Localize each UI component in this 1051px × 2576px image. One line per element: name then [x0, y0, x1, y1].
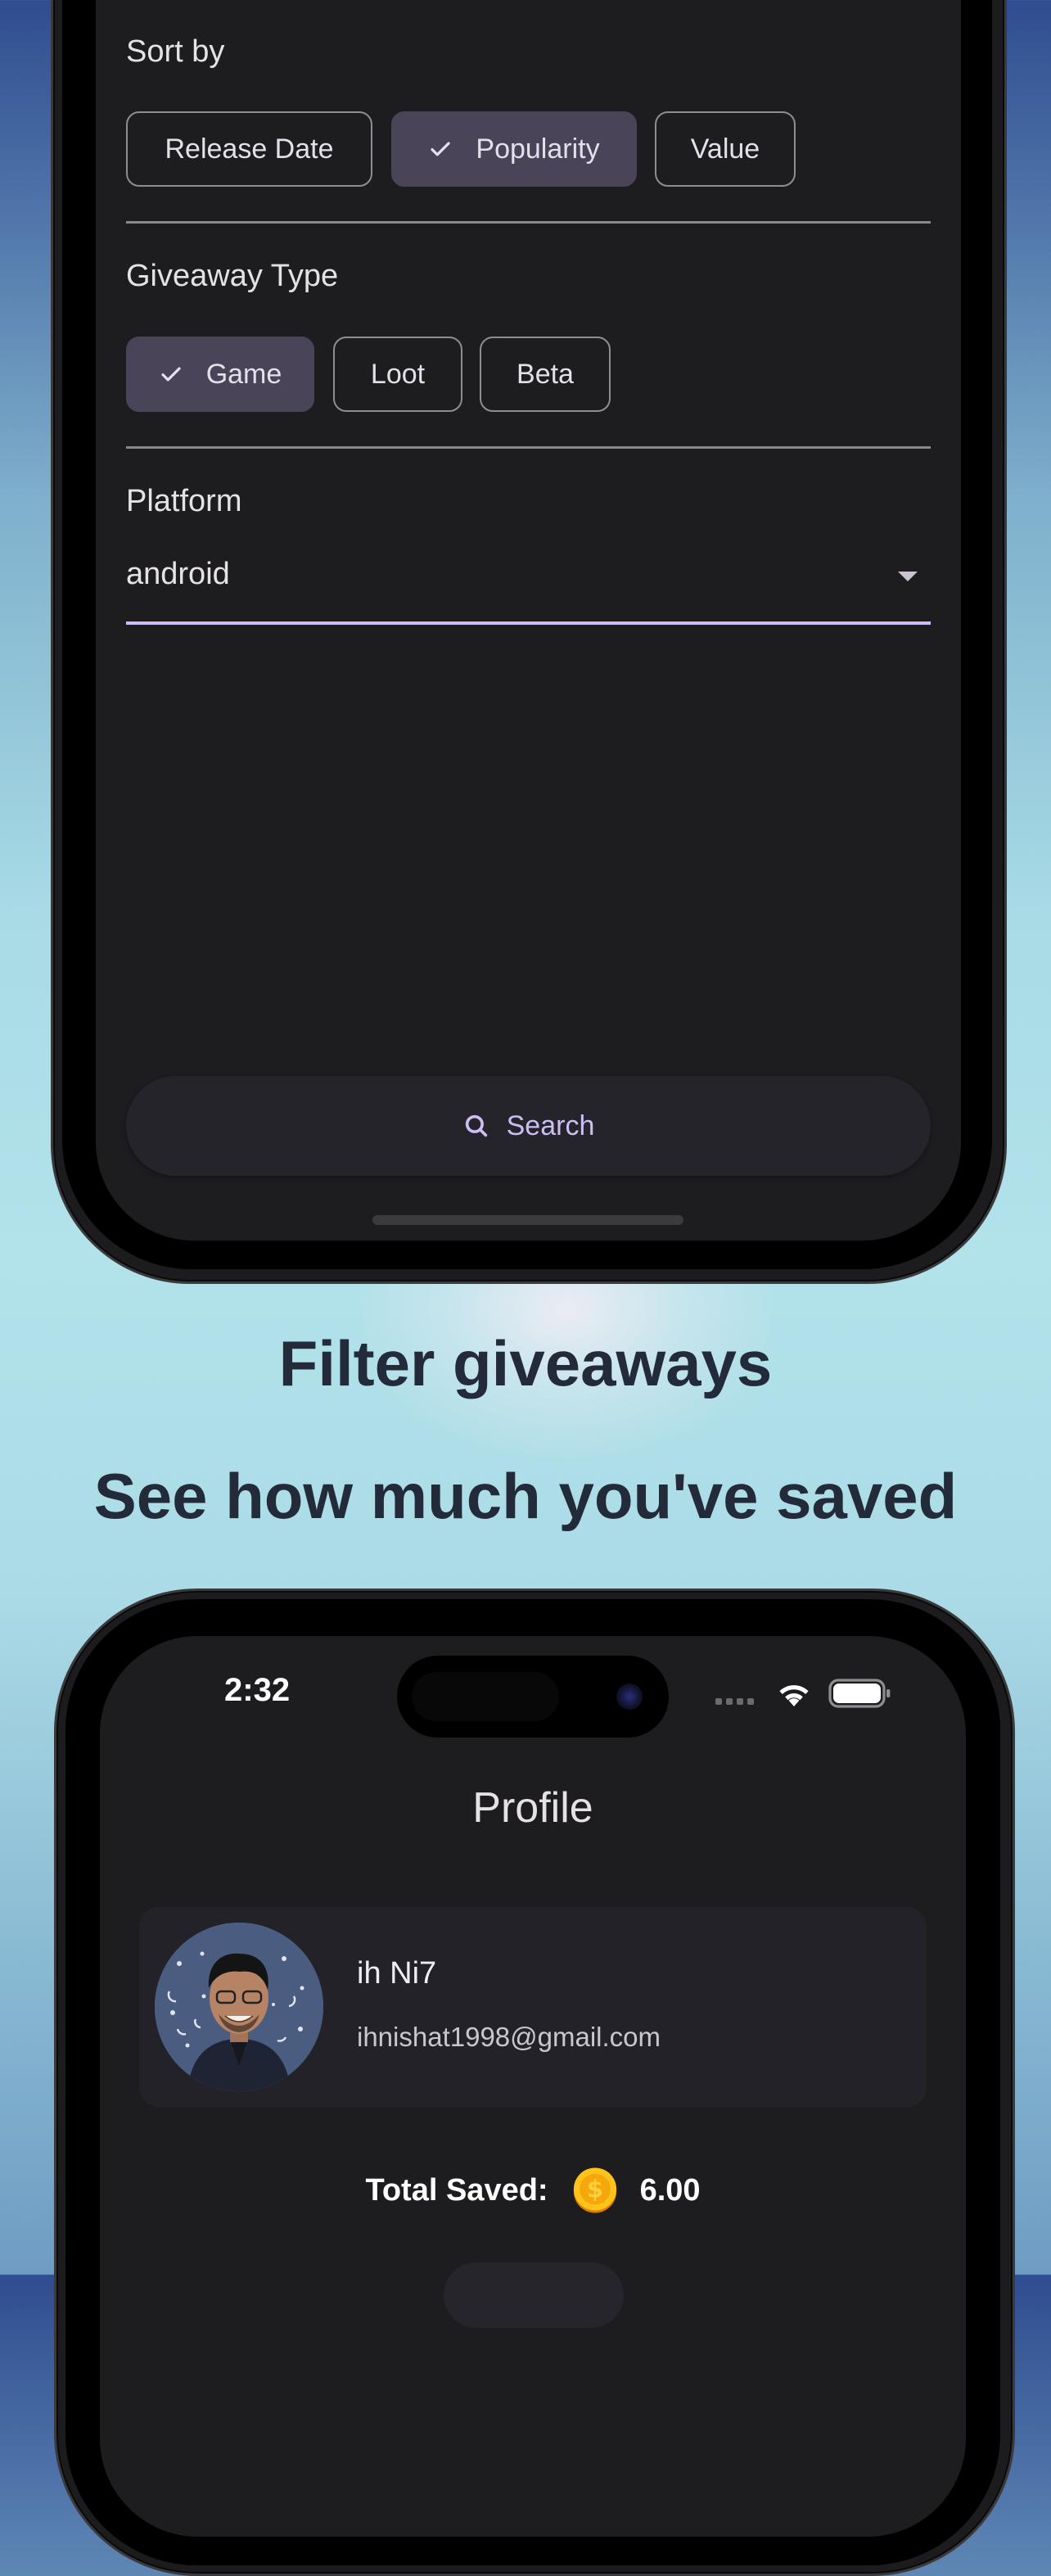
chip-popularity[interactable]: Popularity [391, 111, 637, 187]
platform-underline [126, 621, 931, 625]
chip-label: Release Date [165, 133, 334, 165]
search-icon [465, 1114, 487, 1137]
total-saved-row: Total Saved: $ 6.00 [100, 2167, 966, 2214]
sort-by-label: Sort by [126, 34, 225, 69]
check-icon [431, 142, 451, 156]
platform-label: Platform [126, 484, 242, 518]
chip-label: Value [690, 133, 760, 165]
wifi-icon [779, 1685, 809, 1706]
camera-icon [616, 1683, 643, 1710]
caption-see-saved: See how much you've saved [93, 1460, 958, 1532]
chip-value[interactable]: Value [655, 111, 796, 187]
chip-label: Loot [370, 358, 426, 390]
svg-text:$: $ [586, 2176, 602, 2203]
signal-icon [715, 1698, 754, 1705]
total-saved-value: 6.00 [639, 2172, 701, 2208]
avatar[interactable] [155, 1923, 323, 2091]
home-indicator [372, 1215, 683, 1225]
total-saved-label: Total Saved: [365, 2172, 548, 2208]
giveaway-type-label: Giveaway Type [126, 259, 339, 293]
search-button[interactable]: Search [126, 1076, 931, 1176]
dynamic-island [397, 1656, 669, 1738]
divider [126, 446, 931, 449]
island-sensor [412, 1672, 559, 1721]
profile-card[interactable]: ih Ni7 ihnishat1998@gmail.com [139, 1907, 927, 2107]
chip-loot[interactable]: Loot [333, 337, 462, 412]
avatar-photo [155, 1923, 323, 2091]
caption-filter-giveaways: Filter giveaways [278, 1327, 773, 1399]
status-time: 2:32 [224, 1672, 291, 1708]
search-button-label: Search [506, 1109, 595, 1141]
coin-icon: $ [573, 2167, 616, 2213]
chip-label: Popularity [476, 133, 600, 165]
filter-screen: Sort by Release Date Popularity Value Gi… [96, 0, 961, 1241]
user-email: ihnishat1998@gmail.com [357, 2022, 661, 2052]
user-name: ih Ni7 [357, 1956, 437, 1991]
chip-beta[interactable]: Beta [480, 337, 611, 412]
dropdown-arrow-icon[interactable] [898, 572, 918, 581]
battery-icon [828, 1679, 891, 1708]
chip-release-date[interactable]: Release Date [126, 111, 372, 187]
platform-value[interactable]: android [126, 557, 230, 592]
chip-label: Beta [516, 358, 574, 390]
bottom-button[interactable] [444, 2262, 624, 2328]
chip-label: Game [205, 358, 282, 390]
page-title: Profile [472, 1784, 593, 1832]
divider [126, 221, 931, 224]
check-icon [161, 367, 181, 382]
profile-screen: 2:32 Profile ih Ni7 ihnishat1998@gmail.c… [100, 1636, 966, 2537]
chip-game[interactable]: Game [126, 337, 314, 412]
